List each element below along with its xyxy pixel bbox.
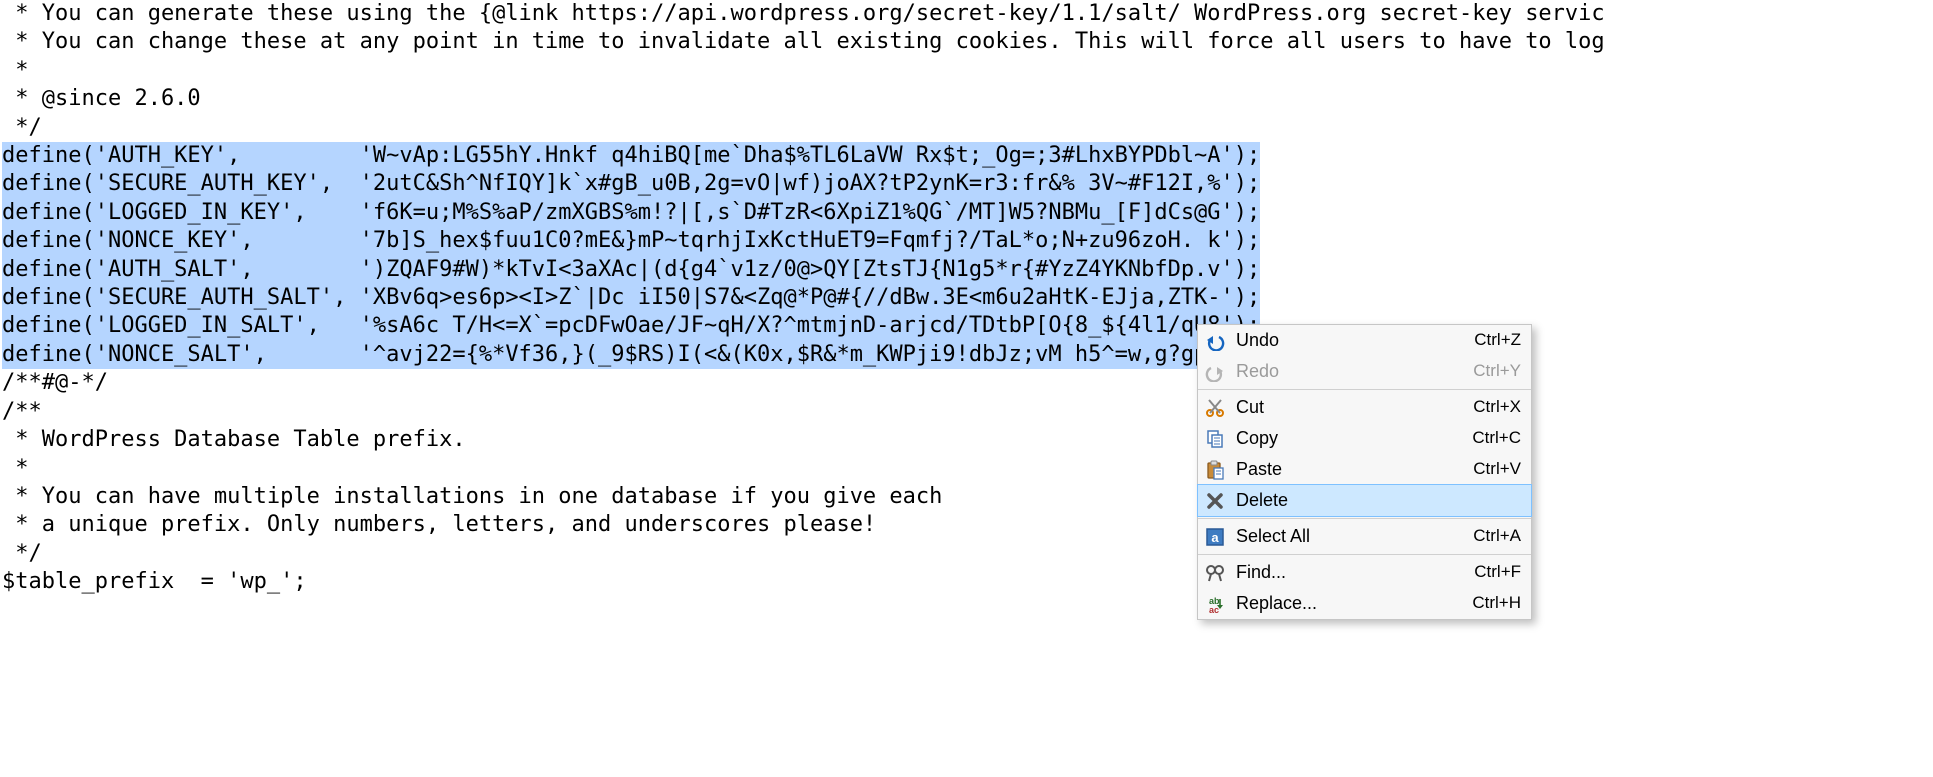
context-menu-separator [1198, 389, 1531, 390]
context-menu: UndoCtrl+ZRedoCtrl+YCutCtrl+XCopyCtrl+CP… [1197, 324, 1532, 620]
context-menu-copy[interactable]: CopyCtrl+C [1198, 423, 1531, 454]
menu-item-label: Cut [1236, 393, 1473, 421]
code-line[interactable]: * [0, 455, 1933, 483]
code-editor[interactable]: * You can generate these using the {@lin… [0, 0, 1933, 597]
selected-code-line[interactable]: define('AUTH_KEY', 'W~vAp:LG55hY.Hnkf q4… [2, 142, 1260, 170]
menu-item-label: Redo [1236, 357, 1473, 385]
menu-item-shortcut: Ctrl+C [1472, 424, 1521, 452]
find-icon [1204, 562, 1226, 584]
code-line[interactable]: * a unique prefix. Only numbers, letters… [0, 511, 1933, 539]
paste-icon [1204, 459, 1226, 481]
menu-item-shortcut: Ctrl+A [1473, 522, 1521, 550]
selected-code-line[interactable]: define('LOGGED_IN_KEY', 'f6K=u;M%S%aP/zm… [2, 199, 1260, 227]
code-line[interactable]: */ [0, 114, 1933, 142]
selected-code-line[interactable]: define('NONCE_KEY', '7b]S_hex$fuu1C0?mE&… [2, 227, 1260, 255]
undo-icon [1204, 330, 1226, 352]
context-menu-replace[interactable]: abac Replace...Ctrl+H [1198, 588, 1531, 619]
code-line[interactable]: */ [0, 540, 1933, 568]
delete-icon [1204, 490, 1226, 512]
selected-code-line[interactable]: define('SECURE_AUTH_SALT', 'XBv6q>es6p><… [2, 284, 1260, 312]
menu-item-label: Delete [1236, 486, 1521, 514]
code-line[interactable]: /**#@-*/ [0, 369, 1933, 397]
code-line[interactable]: /** [0, 398, 1933, 426]
code-line[interactable]: * [0, 57, 1933, 85]
context-menu-paste[interactable]: PasteCtrl+V [1198, 454, 1531, 485]
menu-item-shortcut: Ctrl+Y [1473, 357, 1521, 385]
menu-item-shortcut: Ctrl+Z [1474, 326, 1521, 354]
svg-text:a: a [1211, 530, 1219, 545]
context-menu-cut[interactable]: CutCtrl+X [1198, 392, 1531, 423]
menu-item-shortcut: Ctrl+F [1474, 558, 1521, 586]
code-line[interactable]: * WordPress Database Table prefix. [0, 426, 1933, 454]
menu-item-shortcut: Ctrl+X [1473, 393, 1521, 421]
menu-item-label: Paste [1236, 455, 1473, 483]
code-line[interactable]: $table_prefix = 'wp_'; [0, 568, 1933, 596]
menu-item-shortcut: Ctrl+V [1473, 455, 1521, 483]
code-line[interactable]: * You can generate these using the {@lin… [0, 0, 1933, 28]
menu-item-label: Find... [1236, 558, 1474, 586]
copy-icon [1204, 428, 1226, 450]
context-menu-delete[interactable]: Delete [1197, 484, 1532, 517]
svg-text:ac: ac [1209, 605, 1219, 614]
menu-item-label: Select All [1236, 522, 1473, 550]
context-menu-find[interactable]: Find...Ctrl+F [1198, 557, 1531, 588]
selectall-icon: a [1204, 526, 1226, 548]
context-menu-separator [1198, 554, 1531, 555]
code-line[interactable]: * You can have multiple installations in… [0, 483, 1933, 511]
menu-item-label: Copy [1236, 424, 1472, 452]
menu-item-shortcut: Ctrl+H [1472, 589, 1521, 617]
context-menu-select-all[interactable]: a Select AllCtrl+A [1198, 521, 1531, 552]
menu-item-label: Replace... [1236, 589, 1472, 617]
redo-icon [1204, 361, 1226, 383]
cut-icon [1204, 397, 1226, 419]
selected-code-line[interactable]: define('AUTH_SALT', ')ZQAF9#W)*kTvI<3aXA… [2, 256, 1260, 284]
selected-code-line[interactable]: define('SECURE_AUTH_KEY', '2utC&Sh^NfIQY… [2, 170, 1260, 198]
context-menu-redo[interactable]: RedoCtrl+Y [1198, 356, 1531, 387]
replace-icon: abac [1204, 593, 1226, 615]
context-menu-undo[interactable]: UndoCtrl+Z [1198, 325, 1531, 356]
selected-code-line[interactable]: define('LOGGED_IN_SALT', '%sA6c T/H<=X`=… [2, 312, 1260, 340]
context-menu-separator [1198, 518, 1531, 519]
selected-code-line[interactable]: define('NONCE_SALT', '^avj22={%*Vf36,}(_… [2, 341, 1234, 369]
code-line[interactable]: * @since 2.6.0 [0, 85, 1933, 113]
menu-item-label: Undo [1236, 326, 1474, 354]
code-line[interactable]: * You can change these at any point in t… [0, 28, 1933, 56]
